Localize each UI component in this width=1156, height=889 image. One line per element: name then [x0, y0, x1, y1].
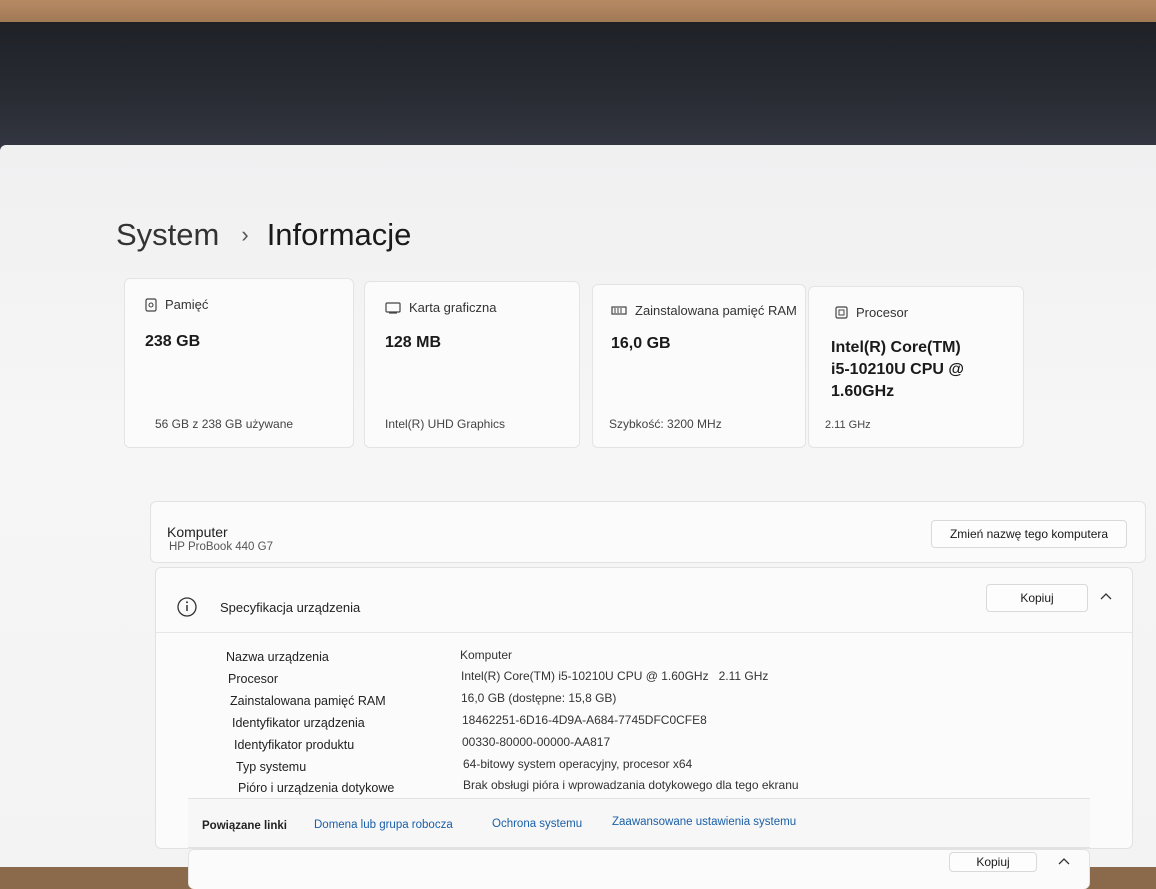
- card-ram-title: Zainstalowana pamięć RAM: [635, 303, 797, 318]
- spec-label-product-id: Identyfikator produktu: [234, 738, 355, 752]
- card-cpu-title: Procesor: [856, 305, 909, 320]
- link-domain-workgroup[interactable]: Domena lub grupa robocza: [314, 819, 453, 831]
- spec-divider: [156, 632, 1132, 633]
- spec-label-device-id: Identyfikator urządzenia: [232, 716, 365, 730]
- spec-value-pen-touch: Brak obsługi pióra i wprowadzania dotyko…: [463, 778, 799, 792]
- link-advanced-system-settings[interactable]: Zaawansowane ustawienia systemu: [612, 816, 796, 828]
- storage-icon: [145, 297, 157, 312]
- card-cpu-sub: 2.11 GHz: [825, 419, 871, 431]
- ram-icon: [611, 305, 627, 315]
- gpu-icon: [385, 301, 401, 314]
- breadcrumb-system[interactable]: System: [116, 217, 219, 253]
- card-cpu-value: Intel(R) Core(TM) i5-10210U CPU @ 1.60GH…: [831, 337, 964, 403]
- card-storage-sub: 56 GB z 238 GB używane: [155, 417, 294, 431]
- spec-value-ram: 16,0 GB (dostępne: 15,8 GB): [461, 691, 617, 705]
- card-ram-value: 16,0 GB: [611, 335, 671, 352]
- cpu-icon: [835, 306, 848, 319]
- windows-spec-panel: Kopiuj: [188, 849, 1090, 889]
- card-gpu-value: 128 MB: [385, 334, 442, 351]
- card-gpu-title: Karta graficzna: [409, 300, 497, 315]
- card-storage-title: Pamięć: [165, 297, 209, 312]
- spec-value-product-id: 00330-80000-00000-AA817: [462, 735, 611, 749]
- spec-label-processor: Procesor: [228, 672, 279, 686]
- card-cpu-value-line2: i5-10210U CPU @: [831, 361, 964, 378]
- card-gpu-sub: Intel(R) UHD Graphics: [385, 417, 506, 431]
- card-gpu: Karta graficzna 128 MB Intel(R) UHD Grap…: [364, 281, 580, 448]
- info-icon: [177, 597, 197, 617]
- spec-label-system-type: Typ systemu: [236, 760, 307, 774]
- computer-model: HP ProBook 440 G7: [169, 541, 273, 553]
- bottom-copy-button[interactable]: Kopiuj: [949, 852, 1037, 872]
- card-storage: Pamięć 238 GB 56 GB z 238 GB używane: [124, 278, 354, 448]
- related-links-label: Powiązane linki: [202, 820, 287, 832]
- spec-label-device-name: Nazwa urządzenia: [226, 650, 329, 664]
- spec-label-ram: Zainstalowana pamięć RAM: [230, 694, 386, 708]
- related-links-bar: Powiązane linki Domena lub grupa robocza…: [188, 798, 1090, 848]
- chevron-up-icon[interactable]: [1099, 591, 1113, 601]
- rename-computer-button[interactable]: Zmień nazwę tego komputera: [931, 520, 1127, 548]
- breadcrumb-chevron-icon: ›: [241, 222, 249, 247]
- card-cpu: Procesor Intel(R) Core(TM) i5-10210U CPU…: [808, 286, 1024, 448]
- settings-window: System › Informacje Pamięć 238 GB 56 GB …: [0, 145, 1156, 889]
- spec-value-system-type: 64-bitowy system operacyjny, procesor x6…: [463, 757, 693, 771]
- card-ram-sub: Szybkość: 3200 MHz: [609, 417, 722, 431]
- card-ram: Zainstalowana pamięć RAM 16,0 GB Szybkoś…: [592, 284, 806, 448]
- card-storage-value: 238 GB: [145, 333, 201, 350]
- page-title: Informacje: [266, 217, 412, 252]
- card-cpu-value-line3: 1.60GHz: [831, 383, 895, 400]
- spec-value-device-name: Komputer: [460, 648, 513, 662]
- spec-value-device-id: 18462251-6D16-4D9A-A684-7745DFC0CFE8: [462, 713, 707, 727]
- breadcrumb: System › Informacje: [116, 217, 411, 253]
- spec-title[interactable]: Specyfikacja urządzenia: [220, 600, 360, 615]
- computer-name-panel: Komputer HP ProBook 440 G7 Zmień nazwę t…: [150, 501, 1146, 563]
- link-system-protection[interactable]: Ochrona systemu: [492, 818, 582, 830]
- computer-label: Komputer: [167, 524, 228, 540]
- spec-label-pen-touch: Pióro i urządzenia dotykowe: [238, 781, 395, 795]
- copy-button[interactable]: Kopiuj: [986, 584, 1088, 612]
- chevron-up-icon-bottom[interactable]: [1057, 856, 1071, 866]
- card-cpu-value-line1: Intel(R) Core(TM): [831, 339, 961, 356]
- spec-value-processor: Intel(R) Core(TM) i5-10210U CPU @ 1.60GH…: [461, 669, 769, 683]
